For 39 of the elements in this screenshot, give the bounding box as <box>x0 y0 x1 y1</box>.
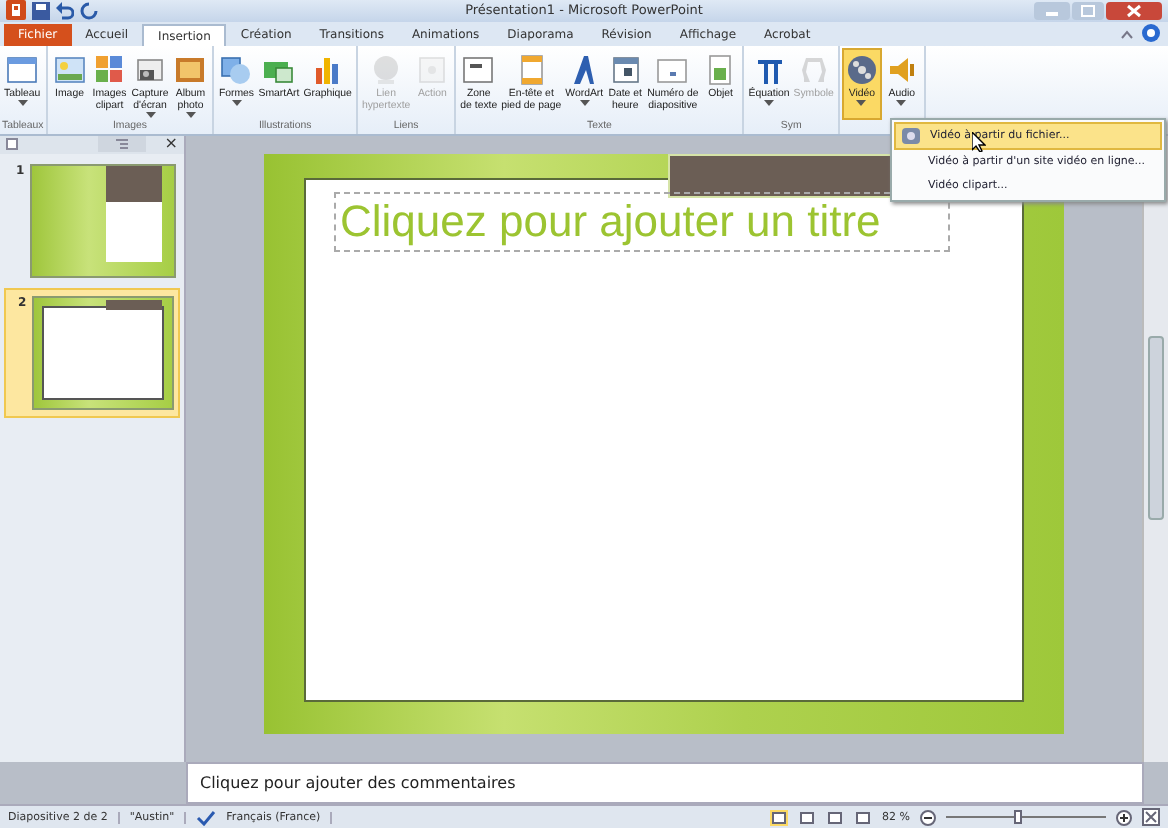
slide-thumbnail <box>32 295 174 410</box>
view-button[interactable] <box>798 809 817 826</box>
caret-icon <box>764 99 774 106</box>
caret-icon <box>896 99 907 106</box>
caret-icon <box>579 99 590 106</box>
film-icon <box>902 127 920 144</box>
caret-icon <box>231 99 242 106</box>
save-icon[interactable] <box>32 1 50 20</box>
view-button[interactable] <box>826 809 845 826</box>
powerpoint-logo-icon <box>6 0 26 21</box>
clipart-icon <box>91 51 128 88</box>
caret-icon <box>185 111 196 118</box>
outline-tab[interactable] <box>98 136 146 153</box>
caret-icon <box>856 99 867 106</box>
view-button[interactable] <box>770 809 789 826</box>
zoom-out-icon[interactable] <box>920 809 936 826</box>
image-icon <box>51 51 88 88</box>
close-icon[interactable] <box>1106 1 1162 20</box>
film-reel-icon <box>843 51 880 88</box>
vertical-scrollbar[interactable] <box>1142 135 1168 763</box>
minimize-ribbon-icon[interactable] <box>1120 27 1134 42</box>
text-box-icon <box>460 51 497 88</box>
spell-check-icon[interactable] <box>196 809 217 826</box>
shapes-icon <box>218 51 255 88</box>
help-icon[interactable] <box>1142 23 1160 42</box>
caret-icon <box>145 111 155 118</box>
table-icon <box>4 51 41 88</box>
close-panel-button[interactable]: × <box>164 136 178 153</box>
calendar-icon <box>607 51 644 88</box>
zoom-slider-thumb[interactable] <box>1014 810 1022 825</box>
undo-icon[interactable] <box>56 1 74 20</box>
redo-icon[interactable] <box>80 1 98 20</box>
notes-field[interactable]: Cliquez pour ajouter des commentaires <box>186 762 1144 805</box>
fit-to-window-icon[interactable] <box>1142 808 1160 827</box>
view-button[interactable] <box>854 809 873 826</box>
caret-icon <box>17 99 28 106</box>
zoom-in-icon[interactable] <box>1116 809 1132 826</box>
slides-tab-icon[interactable] <box>6 138 18 151</box>
outline-icon <box>116 138 128 151</box>
